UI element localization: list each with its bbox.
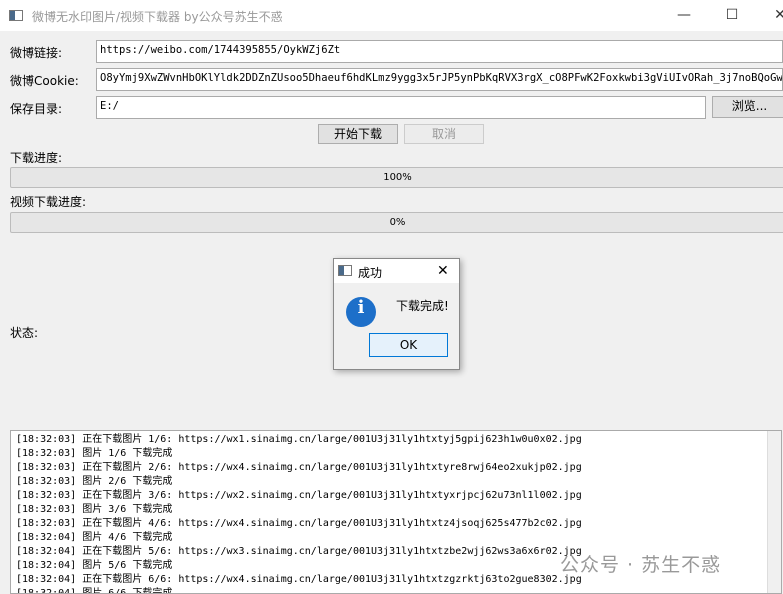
- log-line: [18:32:03] 图片 2/6 下载完成: [16, 476, 173, 487]
- maximize-button[interactable]: ☐: [722, 5, 742, 25]
- log-line: [18:32:04] 图片 6/6 下载完成: [16, 588, 173, 594]
- log-line: [18:32:03] 正在下载图片 2/6: https://wx4.sinai…: [16, 462, 582, 473]
- ok-button[interactable]: OK: [369, 333, 448, 357]
- dialog-message: 下载完成!: [396, 299, 449, 313]
- minimize-button[interactable]: —: [674, 5, 694, 25]
- app-icon: [9, 10, 23, 21]
- progress-label: 下载进度:: [10, 151, 63, 165]
- dialog-title-bar: 成功 ✕: [334, 259, 459, 283]
- title-bar: 微博无水印图片/视频下载器 by公众号苏生不惑 — ☐ ✕: [0, 0, 783, 31]
- watermark: 公众号 · 苏生不惑: [560, 554, 722, 576]
- link-label: 微博链接:: [10, 46, 63, 60]
- video-progress-label: 视频下载进度:: [10, 195, 87, 209]
- log-line: [18:32:03] 正在下载图片 4/6: https://wx4.sinai…: [16, 518, 582, 529]
- dialog-title: 成功: [358, 266, 383, 280]
- progress-text: 100%: [383, 172, 412, 183]
- link-input[interactable]: https://weibo.com/1744395855/OykWZj6Zt: [96, 40, 783, 63]
- log-scrollbar[interactable]: [767, 431, 781, 593]
- cookie-input[interactable]: O8yYmj9XwZWvnHbOKlYldk2DDZnZUsoo5Dhaeuf6…: [96, 68, 783, 91]
- cancel-button[interactable]: 取消: [404, 124, 484, 144]
- status-label: 状态:: [10, 326, 39, 340]
- info-icon: i: [346, 297, 376, 327]
- dialog-close-button[interactable]: ✕: [437, 263, 449, 279]
- log-line: [18:32:03] 正在下载图片 3/6: https://wx2.sinai…: [16, 490, 582, 501]
- cookie-label: 微博Cookie:: [10, 74, 79, 88]
- log-line: [18:32:03] 正在下载图片 1/6: https://wx1.sinai…: [16, 434, 582, 445]
- log-line: [18:32:04] 图片 4/6 下载完成: [16, 532, 173, 543]
- log-line: [18:32:03] 图片 3/6 下载完成: [16, 504, 173, 515]
- dialog-app-icon: [338, 265, 352, 276]
- success-dialog: 成功 ✕ i 下载完成! OK: [333, 258, 460, 370]
- browse-button[interactable]: 浏览...: [712, 96, 783, 118]
- window-title: 微博无水印图片/视频下载器 by公众号苏生不惑: [32, 10, 283, 24]
- dir-input[interactable]: E:/: [96, 96, 706, 119]
- video-progress-text: 0%: [389, 217, 406, 228]
- log-line: [18:32:03] 图片 1/6 下载完成: [16, 448, 173, 459]
- close-button[interactable]: ✕: [770, 5, 783, 25]
- video-progress-bar: 0%: [10, 212, 783, 233]
- start-download-button[interactable]: 开始下载: [318, 124, 398, 144]
- dir-label: 保存目录:: [10, 102, 63, 116]
- download-progress-bar: 100%: [10, 167, 783, 188]
